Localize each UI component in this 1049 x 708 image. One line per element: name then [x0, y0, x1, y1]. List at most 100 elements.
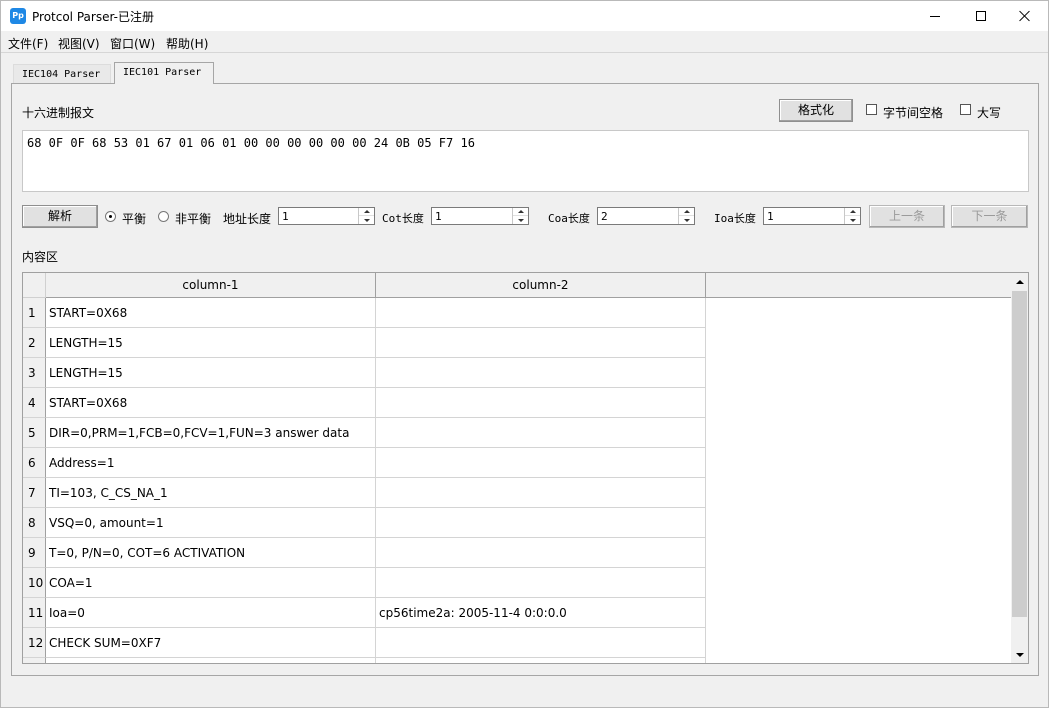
- cell-col2[interactable]: [376, 358, 706, 388]
- scrollbar-thumb[interactable]: [1012, 291, 1027, 617]
- cell-col1[interactable]: [46, 658, 376, 663]
- spin-up-icon[interactable]: [359, 208, 374, 216]
- cell-col1[interactable]: LENGTH=15: [46, 358, 376, 388]
- tab-iec101[interactable]: IEC101 Parser: [114, 62, 214, 84]
- cell-col1[interactable]: LENGTH=15: [46, 328, 376, 358]
- main-window: Pp Protcol Parser-已注册 文件(F) 视图(V) 窗口(W) …: [0, 0, 1049, 708]
- byte-space-label: 字节间空格: [883, 106, 944, 120]
- ioa-len-spinbox[interactable]: 1: [763, 207, 861, 225]
- maximize-button[interactable]: [958, 1, 1004, 31]
- menu-window[interactable]: 窗口(W): [110, 35, 155, 52]
- row-number: 2: [23, 328, 46, 358]
- cell-col2[interactable]: [376, 568, 706, 598]
- cell-col1[interactable]: DIR=0,PRM=1,FCB=0,FCV=1,FUN=3 answer dat…: [46, 418, 376, 448]
- scroll-up-icon[interactable]: [1011, 273, 1028, 290]
- row-number: 9: [23, 538, 46, 568]
- spin-up-icon[interactable]: [513, 208, 528, 216]
- cell-col1[interactable]: COA=1: [46, 568, 376, 598]
- cell-col2[interactable]: [376, 388, 706, 418]
- menu-file[interactable]: 文件(F): [8, 35, 48, 52]
- window-title: Protcol Parser-已注册: [32, 10, 154, 24]
- row-number: 1: [23, 298, 46, 328]
- coa-len-label: Coa长度: [548, 212, 590, 225]
- uppercase-label: 大写: [977, 106, 1002, 120]
- uppercase-checkbox[interactable]: [960, 104, 971, 115]
- unbalanced-radio[interactable]: [158, 211, 169, 222]
- row-number: 11: [23, 598, 46, 628]
- cell-col1[interactable]: Ioa=0: [46, 598, 376, 628]
- prev-button[interactable]: 上一条: [869, 205, 945, 228]
- column-header-1[interactable]: column-1: [46, 273, 376, 298]
- tab-iec104[interactable]: IEC104 Parser: [13, 64, 111, 84]
- row-number: 3: [23, 358, 46, 388]
- table-row-partial[interactable]: [23, 658, 706, 663]
- title-bar[interactable]: Pp Protcol Parser-已注册: [1, 1, 1048, 31]
- menu-help[interactable]: 帮助(H): [166, 35, 208, 52]
- ioa-len-label: Ioa长度: [714, 212, 756, 225]
- addr-len-label: 地址长度: [223, 212, 272, 226]
- cell-col2[interactable]: [376, 328, 706, 358]
- cell-col2[interactable]: [376, 418, 706, 448]
- row-number: [23, 658, 46, 663]
- content-table[interactable]: column-1 column-2 1 START=0X68 2 LENGTH=…: [22, 272, 1029, 664]
- addr-len-value: 1: [282, 210, 289, 223]
- table-row[interactable]: 3 LENGTH=15: [23, 358, 706, 388]
- spin-down-icon[interactable]: [679, 216, 694, 224]
- byte-space-checkbox[interactable]: [866, 104, 877, 115]
- cell-col1[interactable]: START=0X68: [46, 298, 376, 328]
- cot-len-spinbox[interactable]: 1: [431, 207, 529, 225]
- scroll-down-icon[interactable]: [1011, 646, 1028, 663]
- addr-len-spinbox[interactable]: 1: [278, 207, 375, 225]
- table-row[interactable]: 9 T=0, P/N=0, COT=6 ACTIVATION: [23, 538, 706, 568]
- menu-view[interactable]: 视图(V): [58, 35, 100, 52]
- ioa-len-value: 1: [767, 210, 774, 223]
- spin-up-icon[interactable]: [679, 208, 694, 216]
- cell-col2[interactable]: cp56time2a: 2005-11-4 0:0:0.0: [376, 598, 706, 628]
- parse-button[interactable]: 解析: [22, 205, 98, 228]
- cell-col1[interactable]: Address=1: [46, 448, 376, 478]
- cell-col1[interactable]: CHECK SUM=0XF7: [46, 628, 376, 658]
- cell-col1[interactable]: START=0X68: [46, 388, 376, 418]
- table-row[interactable]: 5 DIR=0,PRM=1,FCB=0,FCV=1,FUN=3 answer d…: [23, 418, 706, 448]
- minimize-button[interactable]: [912, 1, 958, 31]
- close-button[interactable]: [1002, 1, 1048, 31]
- table-row[interactable]: 11 Ioa=0 cp56time2a: 2005-11-4 0:0:0.0: [23, 598, 706, 628]
- table-row[interactable]: 6 Address=1: [23, 448, 706, 478]
- menu-bar: 文件(F) 视图(V) 窗口(W) 帮助(H): [1, 31, 1048, 53]
- coa-len-value: 2: [601, 210, 608, 223]
- hex-label: 十六进制报文: [22, 106, 95, 120]
- table-row[interactable]: 4 START=0X68: [23, 388, 706, 418]
- next-button[interactable]: 下一条: [951, 205, 1028, 228]
- column-header-2[interactable]: column-2: [376, 273, 706, 298]
- cell-col2[interactable]: [376, 628, 706, 658]
- coa-len-spinbox[interactable]: 2: [597, 207, 695, 225]
- spin-down-icon[interactable]: [359, 216, 374, 224]
- table-row[interactable]: 10 COA=1: [23, 568, 706, 598]
- maximize-icon: [976, 11, 986, 21]
- cell-col2[interactable]: [376, 478, 706, 508]
- cell-col1[interactable]: T=0, P/N=0, COT=6 ACTIVATION: [46, 538, 376, 568]
- cell-col2[interactable]: [376, 658, 706, 663]
- table-row[interactable]: 12 CHECK SUM=0XF7: [23, 628, 706, 658]
- row-number: 6: [23, 448, 46, 478]
- table-row[interactable]: 8 VSQ=0, amount=1: [23, 508, 706, 538]
- table-vertical-scrollbar[interactable]: [1011, 273, 1028, 663]
- cell-col2[interactable]: [376, 508, 706, 538]
- cell-col2[interactable]: [376, 538, 706, 568]
- balanced-radio[interactable]: [105, 211, 116, 222]
- spin-down-icon[interactable]: [513, 216, 528, 224]
- hex-input[interactable]: 68 0F 0F 68 53 01 67 01 06 01 00 00 00 0…: [22, 130, 1029, 192]
- unbalanced-label: 非平衡: [175, 212, 212, 226]
- cell-col1[interactable]: VSQ=0, amount=1: [46, 508, 376, 538]
- table-row[interactable]: 2 LENGTH=15: [23, 328, 706, 358]
- format-button[interactable]: 格式化: [779, 99, 853, 122]
- cell-col2[interactable]: [376, 298, 706, 328]
- table-row[interactable]: 7 TI=103, C_CS_NA_1: [23, 478, 706, 508]
- table-row[interactable]: 1 START=0X68: [23, 298, 706, 328]
- row-number: 12: [23, 628, 46, 658]
- cell-col1[interactable]: TI=103, C_CS_NA_1: [46, 478, 376, 508]
- cell-col2[interactable]: [376, 448, 706, 478]
- spin-down-icon[interactable]: [845, 216, 860, 224]
- row-number: 5: [23, 418, 46, 448]
- spin-up-icon[interactable]: [845, 208, 860, 216]
